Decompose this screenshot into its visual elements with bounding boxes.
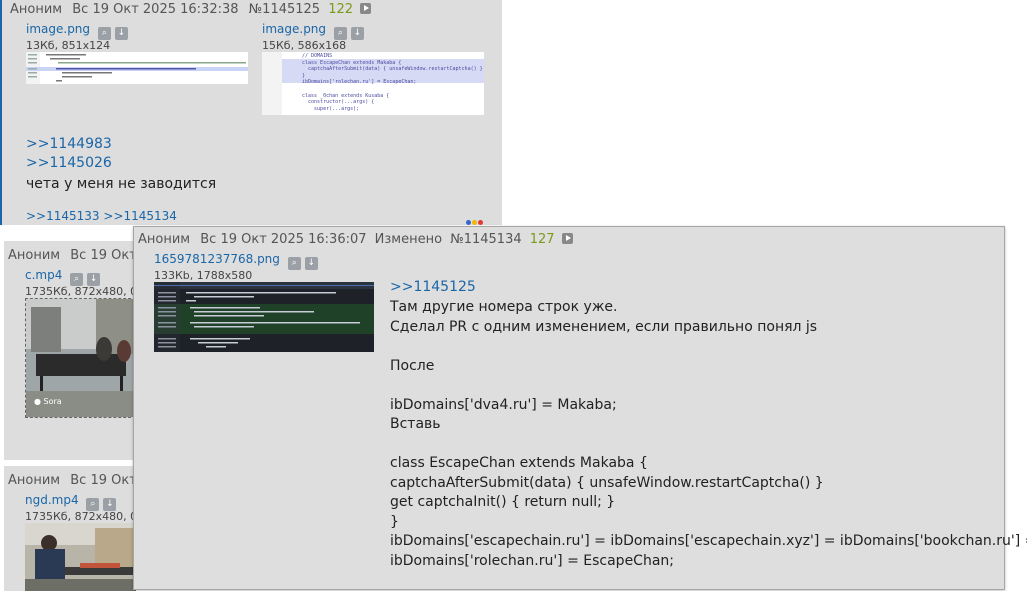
code-line: } (302, 72, 306, 79)
message-line: Там другие номера строк уже. (390, 299, 618, 315)
download-icon[interactable]: ↓ (304, 257, 318, 270)
message-line: captchaAfterSubmit(data) { unsafeWindow.… (390, 474, 824, 491)
post-video-2: Аноним Вс 19 Окт 2 ngd.mp4 ⌕ ↓ 1735Кб, 87… (4, 466, 155, 591)
dot-icon (478, 220, 483, 225)
message-line: } (390, 513, 399, 530)
edited-label: Изменено (374, 232, 443, 247)
post-message: Там другие номера строк уже. Сделал PR с … (390, 298, 1027, 571)
reply-links: >>1145133 >>1145134 (26, 209, 177, 223)
file-link[interactable]: c.mp4 ⌕ ↓ (25, 268, 101, 286)
play-icon[interactable] (561, 233, 573, 244)
file-name[interactable]: ngd.mp4 (25, 493, 79, 507)
message-line: ibDomains['escapechain.ru'] = ibDomains[… (390, 533, 1027, 549)
download-icon[interactable]: ↓ (350, 27, 364, 40)
file-name[interactable]: c.mp4 (25, 268, 62, 282)
message-line: ibDomains['rolechan.ru'] = EscapeChan; (390, 552, 674, 569)
file-thumbnail[interactable]: // DOMAINS class EscapeChan extends Makab… (262, 52, 484, 115)
file-link[interactable]: image.png ⌕ ↓ (26, 22, 128, 40)
post-author: Аноним (10, 2, 63, 17)
gutter (262, 52, 282, 115)
file-link[interactable]: image.png ⌕ ↓ (262, 22, 364, 40)
code-line: ibDomains['rolechan.ru'] = EscapeChan; (302, 79, 417, 86)
message-line (390, 435, 1027, 455)
message-line: Сделал PR с одним изменением, если прави… (390, 318, 818, 335)
file-meta: 15Кб, 586x168 (262, 39, 347, 52)
message-line: Вставь (390, 416, 441, 432)
post-counter: 122 (328, 2, 354, 17)
message-line: После (390, 357, 435, 374)
diff-screenshot-thumb (154, 282, 374, 352)
post-author: Аноним (8, 473, 61, 488)
download-icon[interactable]: ↓ (114, 27, 128, 40)
quote-link[interactable]: >>1145026 (26, 155, 112, 171)
dot-icon (472, 220, 477, 225)
code-lines: // DOMAINS class EscapeChan extends Makab… (302, 53, 483, 112)
post-author: Аноним (138, 232, 191, 247)
code-line: class _0chan extends Kusaba { (302, 92, 390, 99)
reply-link[interactable]: >>1145134 (103, 209, 177, 223)
post-number[interactable]: №1145125 (249, 2, 320, 17)
reply-link[interactable]: >>1145133 (26, 209, 100, 223)
search-icon[interactable]: ⌕ (287, 257, 301, 270)
post-date: Вс 19 Окт 2025 16:36:07 (200, 232, 367, 247)
message-line: get captchaInit() { return null; } (390, 494, 616, 510)
file-meta: 13Кб, 851x124 (26, 39, 111, 52)
file-thumbnail[interactable] (154, 282, 374, 352)
file-link[interactable]: ngd.mp4 ⌕ ↓ (25, 493, 117, 511)
quote-link[interactable]: >>1145125 (390, 279, 476, 295)
code-line: constructor(...args) { (302, 99, 375, 106)
play-icon[interactable] (360, 3, 372, 14)
post-header: Аноним Вс 19 Окт 2 (8, 473, 149, 488)
dot-icon (466, 220, 471, 225)
file-name[interactable]: 1659781237768.png (154, 252, 280, 266)
file-thumbnail[interactable] (26, 52, 248, 84)
message-line: ibDomains['dva4.ru'] = Makaba; (390, 396, 617, 413)
code-line: // DOMAINS (302, 53, 333, 59)
post-date: Вс 19 Окт 2025 16:32:38 (72, 2, 239, 17)
video-thumbnail[interactable]: ● Sora (25, 298, 136, 418)
video-thumbnail[interactable] (25, 523, 136, 591)
code-screenshot-thumb (26, 52, 248, 84)
post-header: Аноним Вс 19 Окт 2025 16:36:07 Изменено … (138, 232, 573, 247)
post-header: Аноним Вс 19 Окт 2025 16:32:38 №1145125 … (10, 2, 372, 17)
message-line (390, 376, 1027, 396)
file-link[interactable]: 1659781237768.png ⌕ ↓ (154, 252, 318, 270)
video-label: Sora (43, 397, 62, 406)
sora-icon: ● (34, 397, 41, 406)
post-message: чета у меня не заводится (26, 176, 217, 192)
post-1145125: Аноним Вс 19 Окт 2025 16:32:38 №1145125 … (0, 0, 502, 225)
code-line: captchaAfterSubmit(data) { unsafeWindow.… (302, 66, 483, 73)
file-name[interactable]: image.png (262, 22, 326, 36)
post-counter: 127 (529, 232, 555, 247)
video-frame (25, 523, 136, 591)
file-meta: 133Кb, 1788x580 (154, 269, 253, 282)
code-line: class EscapeChan extends Makaba { (302, 59, 402, 66)
post-author: Аноним (8, 248, 61, 263)
post-header: Аноним Вс 19 Окт 2 (8, 248, 149, 263)
message-line (390, 337, 1027, 357)
message-line: class EscapeChan extends Makaba { (390, 455, 648, 471)
quote-link[interactable]: >>1144983 (26, 136, 112, 152)
post-video-1: Аноним Вс 19 Окт 2 c.mp4 ⌕ ↓ 1735Кб, 872x… (4, 241, 155, 460)
file-name[interactable]: image.png (26, 22, 90, 36)
sora-watermark: ● Sora (34, 397, 62, 406)
popup-post-1145134: Аноним Вс 19 Окт 2025 16:36:07 Изменено … (133, 226, 1027, 590)
post-number[interactable]: №1145134 (450, 232, 521, 247)
code-line: super(...args); (302, 105, 360, 112)
